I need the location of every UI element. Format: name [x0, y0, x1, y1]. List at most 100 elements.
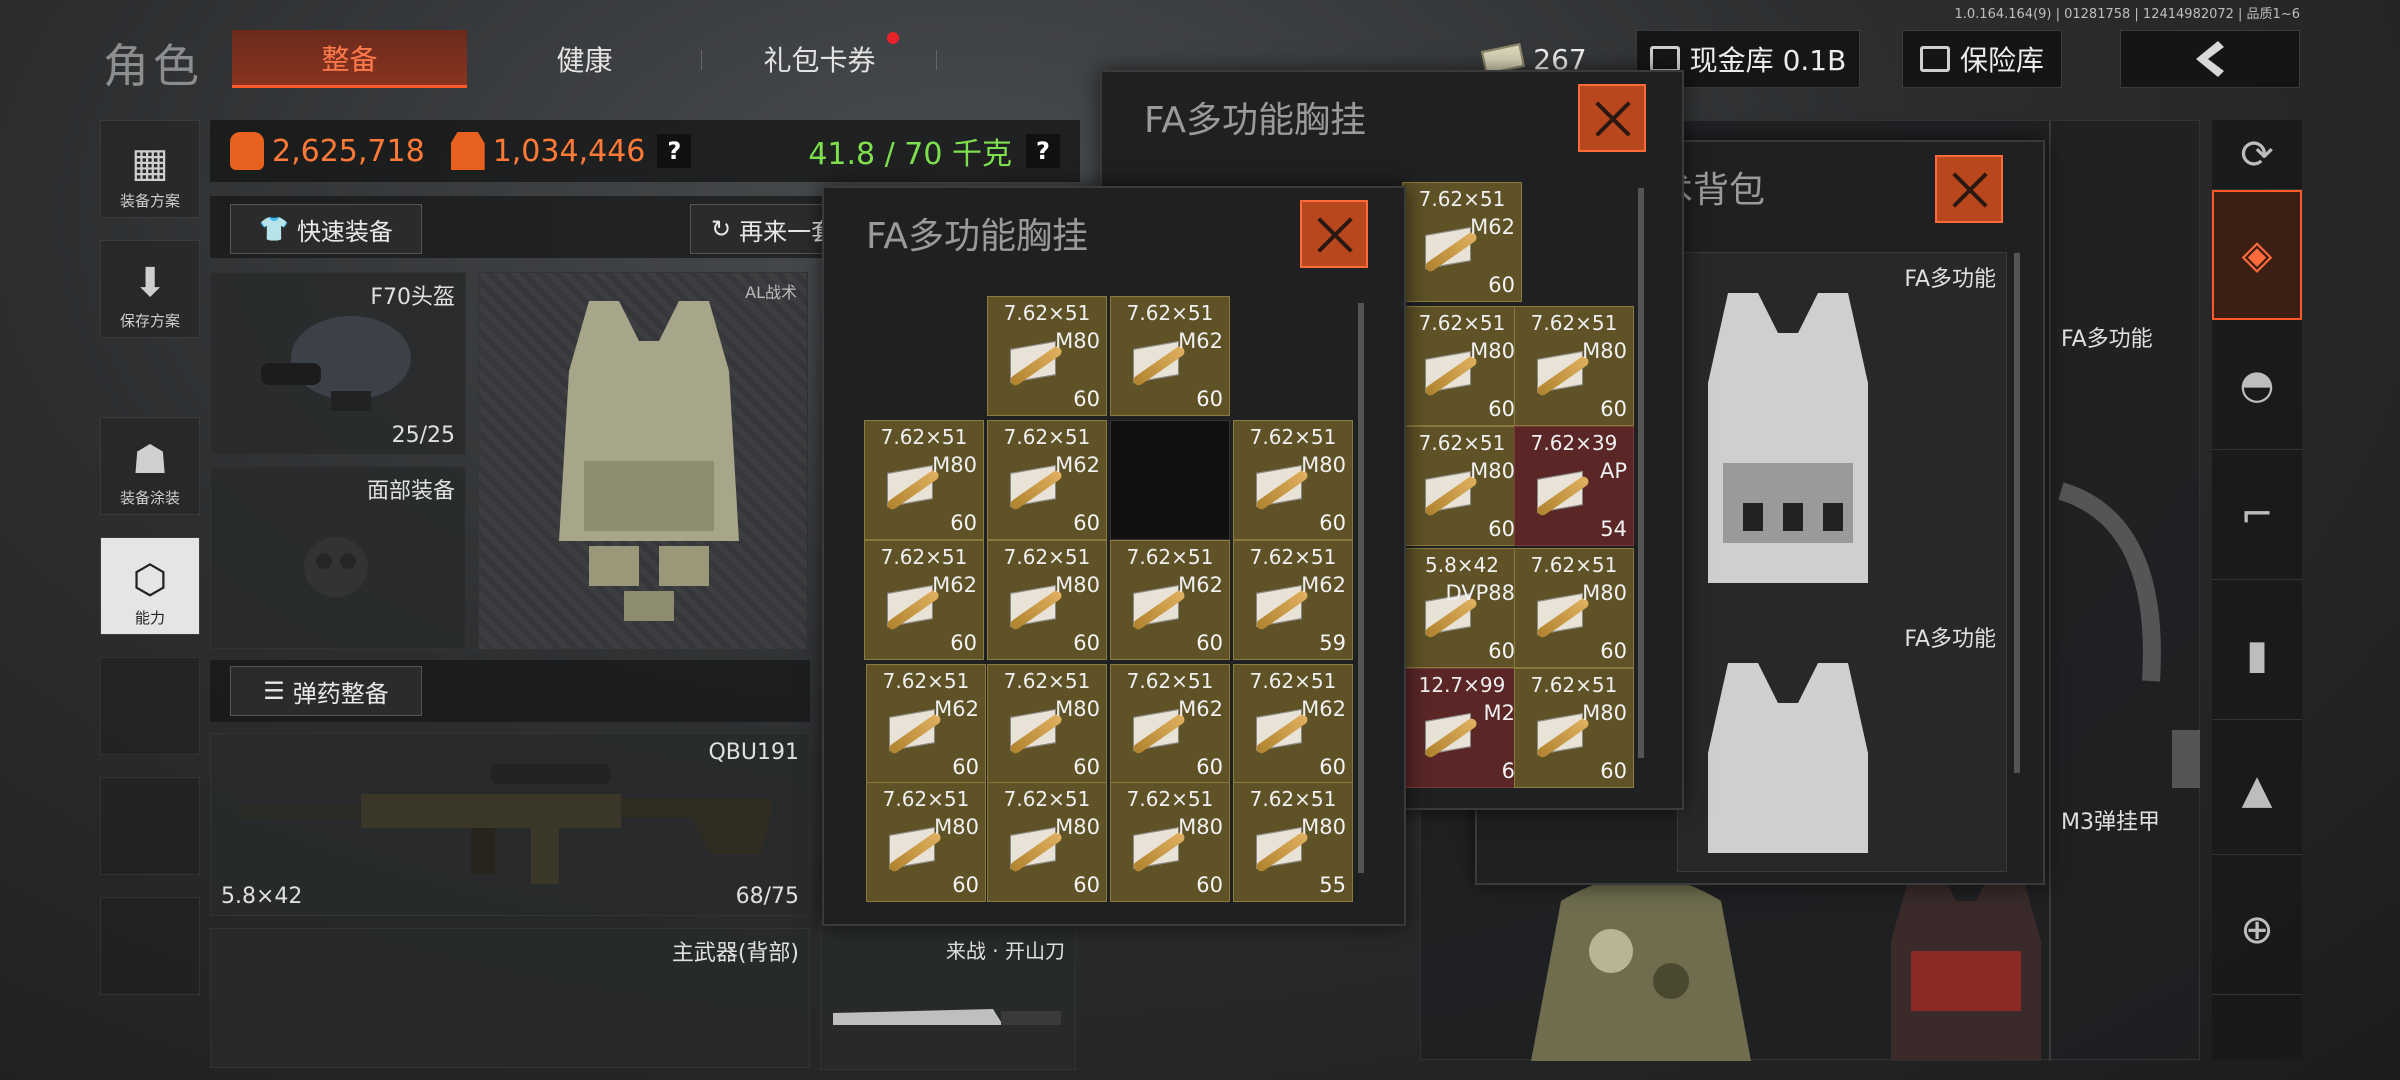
ammo-type: M80: [1582, 339, 1627, 363]
ammo-caliber: 7.62×51: [1003, 545, 1091, 569]
empty-nav-slot: [100, 777, 200, 875]
ammo-cell[interactable]: 7.62×51 M62 60: [1110, 664, 1230, 784]
ammo-type: M62: [934, 697, 979, 721]
ammo-type: M80: [1470, 339, 1515, 363]
ammo-caliber: 7.62×51: [1126, 787, 1214, 811]
ammo-cell[interactable]: 7.62×51 M80 60: [1110, 782, 1230, 902]
front-panel-scrollbar[interactable]: [1358, 303, 1364, 873]
magazine-icon[interactable]: ▮: [2212, 590, 2302, 720]
tab-gift-cards[interactable]: 礼包卡券: [702, 30, 937, 88]
scope-icon[interactable]: ⊕: [2212, 865, 2302, 995]
ammo-type: DVP88: [1445, 581, 1515, 605]
layers-icon[interactable]: ◈: [2212, 190, 2302, 320]
helmet-slot[interactable]: F70头盔 25/25: [210, 272, 466, 455]
ammo-cell[interactable]: 7.62×51 M80 60: [866, 782, 986, 902]
weight-help-button[interactable]: ?: [1026, 134, 1060, 168]
repeat-loadout-button[interactable]: ↻ 再来一套: [690, 204, 840, 254]
ability-button[interactable]: ⬡ 能力: [100, 537, 200, 635]
vest-icon: ▦: [131, 140, 169, 186]
ammo-cell[interactable]: 7.62×51 M62 60: [1402, 182, 1522, 302]
ammo-caliber: 7.62×51: [1003, 425, 1091, 449]
ammo-caliber: 7.62×51: [1249, 669, 1337, 693]
ammo-count: 60: [1073, 755, 1100, 779]
ammo-caliber: 7.62×51: [1126, 301, 1214, 325]
machete-icon: [833, 1009, 1061, 1025]
ammo-type: M62: [932, 573, 977, 597]
primary-weapon-slot[interactable]: QBU191 5.8×42 68/75: [210, 733, 810, 916]
ammo-cell[interactable]: 7.62×51 M80 60: [1514, 306, 1634, 426]
value-help-button[interactable]: ?: [657, 134, 692, 168]
ammo-cell[interactable]: 7.62×51 M80 60: [1233, 420, 1353, 540]
ammo-cell[interactable]: 7.62×51 M80 60: [987, 664, 1107, 784]
back-panel-scrollbar[interactable]: [1638, 188, 1644, 758]
inventory-scroll-thumb[interactable]: [2172, 730, 2200, 788]
ammo-cell[interactable]: 7.62×39 AP 54: [1514, 426, 1634, 546]
ammo-cell[interactable]: 7.62×51 M80 60: [864, 420, 984, 540]
ammo-type: M80: [1055, 329, 1100, 353]
ammo-count: 59: [1319, 631, 1346, 655]
ammo-cell[interactable]: 7.62×51 M80 60: [987, 296, 1107, 416]
bag-item-label: FA多功能: [1904, 267, 1996, 292]
bullet-icon[interactable]: ▲: [2212, 725, 2302, 855]
tab-loadout[interactable]: 整备: [232, 30, 467, 88]
ammo-equip-button[interactable]: ☰ 弹药整备: [230, 666, 422, 716]
backpack-value: 2,625,718: [272, 133, 425, 169]
ammo-cell[interactable]: 7.62×51 M80 60: [1402, 306, 1522, 426]
armor-value: 1,034,446: [492, 133, 646, 169]
ammo-caliber: 7.62×51: [882, 787, 970, 811]
empty-cell[interactable]: [1110, 420, 1230, 540]
ammo-type: M80: [1055, 573, 1100, 597]
ammo-cell[interactable]: 7.62×51 M62 60: [1110, 296, 1230, 416]
safe-button[interactable]: 保险库: [1902, 30, 2062, 88]
helmet-durability: 25/25: [391, 423, 455, 448]
ammo-cell[interactable]: 7.62×51 M80 55: [1233, 782, 1353, 902]
page-title: 角色: [103, 39, 203, 93]
ammo-cell[interactable]: 7.62×51 M80 60: [987, 540, 1107, 660]
ammo-count: 60: [1073, 511, 1100, 535]
ammo-count: 60: [1196, 755, 1223, 779]
tab-health[interactable]: 健康: [467, 30, 702, 88]
loadout-plan-button[interactable]: ▦ 装备方案: [100, 120, 200, 218]
white-vest-image: [1708, 663, 1868, 853]
ammo-caliber: 7.62×51: [880, 545, 968, 569]
ammo-type: M62: [1470, 215, 1515, 239]
nav-label: 保存方案: [119, 312, 180, 330]
bag-scrollbar[interactable]: [2014, 253, 2020, 773]
download-icon: ⬇: [133, 260, 167, 306]
layers-refresh-icon[interactable]: ⟳: [2212, 120, 2302, 190]
ammo-cell[interactable]: 7.62×51 M80 60: [1514, 668, 1634, 788]
ammo-count: 60: [1073, 873, 1100, 897]
ammo-type: M80: [932, 453, 977, 477]
vest-slot[interactable]: AL战术: [478, 272, 808, 650]
ammo-cell[interactable]: 7.62×51 M62 60: [1233, 664, 1353, 784]
ammo-caliber: 7.62×51: [1249, 787, 1337, 811]
empty-nav-slot: [100, 897, 200, 995]
ammo-cell[interactable]: 7.62×51 M62 60: [866, 664, 986, 784]
ammo-cell[interactable]: 12.7×99 M2 6: [1402, 668, 1522, 788]
close-back-panel-button[interactable]: [1578, 84, 1646, 152]
tab-label: 礼包卡券: [763, 44, 876, 77]
melee-slot[interactable]: 来战 · 开山刀: [820, 920, 1076, 1070]
rifle-icon[interactable]: ⌐: [2212, 450, 2302, 580]
paint-button[interactable]: ☗ 装备涂装: [100, 417, 200, 515]
ammo-cell[interactable]: 7.62×51 M62 59: [1233, 540, 1353, 660]
helmet-icon[interactable]: ◓: [2212, 320, 2302, 450]
ammo-cell[interactable]: 7.62×51 M62 60: [1110, 540, 1230, 660]
ammo-count: 60: [1488, 639, 1515, 663]
back-button[interactable]: [2120, 30, 2300, 88]
ammo-cell[interactable]: 5.8×42 DVP88 60: [1402, 548, 1522, 668]
save-plan-button[interactable]: ⬇ 保存方案: [100, 240, 200, 338]
face-slot[interactable]: 面部装备: [210, 466, 466, 649]
ammo-count: 60: [1073, 387, 1100, 411]
ammo-cell[interactable]: 7.62×51 M80 60: [1402, 426, 1522, 546]
ammo-cell[interactable]: 7.62×51 M62 60: [864, 540, 984, 660]
ammo-count: 60: [1488, 273, 1515, 297]
close-bag-panel-button[interactable]: [1935, 155, 2003, 223]
ammo-cell[interactable]: 7.62×51 M80 60: [1514, 548, 1634, 668]
back-weapon-slot[interactable]: 主武器(背部): [210, 928, 810, 1068]
ammo-cell[interactable]: 7.62×51 M62 60: [987, 420, 1107, 540]
ammo-cell[interactable]: 7.62×51 M80 60: [987, 782, 1107, 902]
ammo-caliber: 5.8×42: [1424, 553, 1499, 577]
quick-equip-button[interactable]: 👕 快速装备: [230, 204, 422, 254]
ammo-count: 60: [1600, 397, 1627, 421]
